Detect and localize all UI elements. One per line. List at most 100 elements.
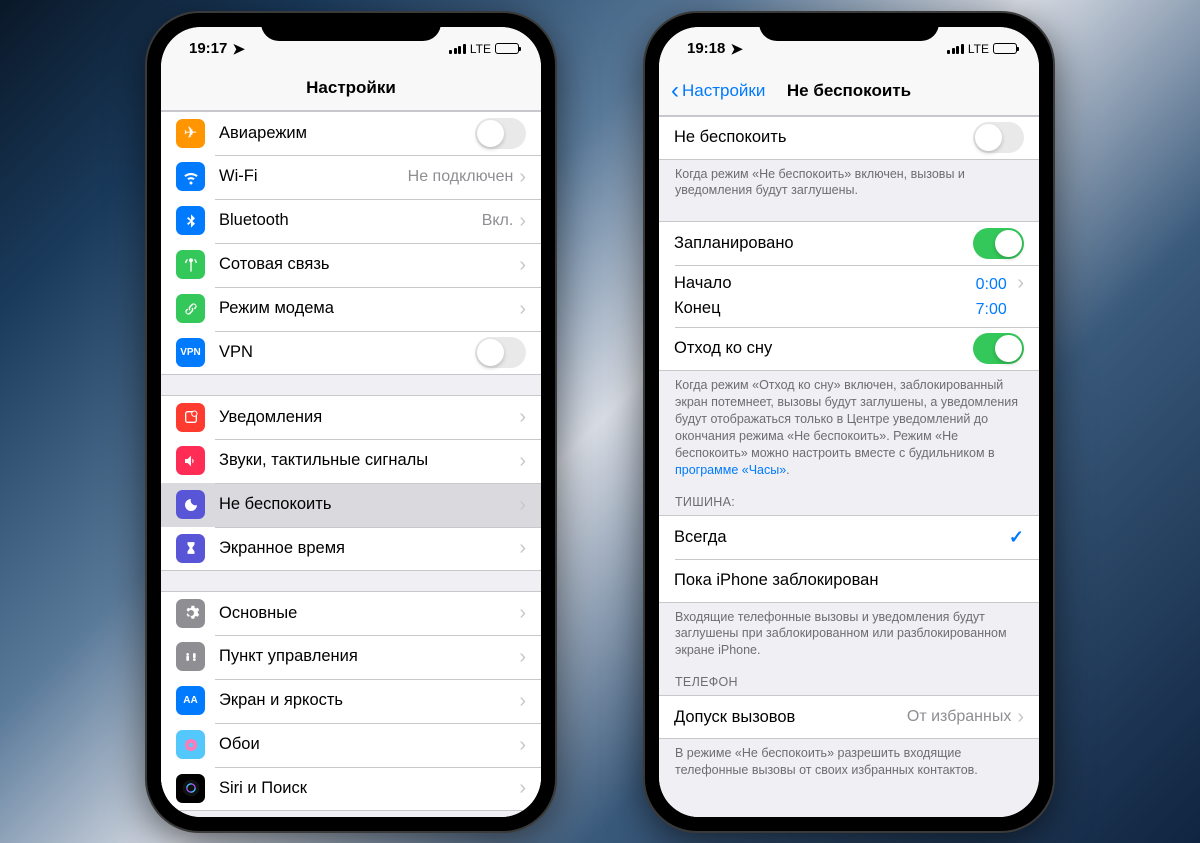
bedtime-footer: Когда режим «Отход ко сну» включен, забл… [659, 371, 1039, 480]
wifi-value: Не подключен [408, 168, 514, 186]
dnd-label: Не беспокоить [674, 128, 973, 147]
back-label: Настройки [682, 81, 765, 101]
scheduled-switch[interactable] [973, 228, 1024, 259]
screen-dnd: 19:18 ➤ LTE ‹ Настройки Не беспокоить Не… [659, 27, 1039, 817]
chevron-right-icon: › [519, 211, 526, 231]
row-hotspot[interactable]: Режим модема › [161, 287, 541, 331]
status-time: 19:17 [189, 40, 227, 57]
allow-calls-footer: В режиме «Не беспокоить» разрешить входя… [659, 739, 1039, 781]
dnd-label: Не беспокоить [219, 495, 513, 514]
dnd-footer: Когда режим «Не беспокоить» включен, выз… [659, 160, 1039, 202]
to-value: 7:00 [976, 301, 1007, 318]
wallpaper-icon [176, 730, 205, 759]
chevron-right-icon: › [519, 647, 526, 667]
from-value: 0:00 [976, 276, 1007, 293]
siri-icon [176, 774, 205, 803]
row-bluetooth[interactable]: BluetoothВкл. › [161, 199, 541, 243]
notch [261, 13, 441, 41]
row-always[interactable]: Всегда ✓ [659, 515, 1039, 559]
clock-app-link[interactable]: программе «Часы» [675, 463, 786, 477]
sounds-icon [176, 446, 205, 475]
dnd-content[interactable]: Не беспокоить Когда режим «Не беспокоить… [659, 116, 1039, 817]
hotspot-icon [176, 294, 205, 323]
chevron-right-icon: › [519, 451, 526, 471]
dnd-icon [176, 490, 205, 519]
row-airplane[interactable]: ✈ Авиарежим [161, 111, 541, 155]
chevron-right-icon: › [1017, 707, 1024, 727]
row-wifi[interactable]: Wi-FiНе подключен› [161, 155, 541, 199]
nav-bar: ‹ Настройки Не беспокоить [659, 71, 1039, 116]
row-sounds[interactable]: Звуки, тактильные сигналы › [161, 439, 541, 483]
settings-list[interactable]: ✈АвиарежимWi-FiНе подключен›BluetoothВкл… [161, 111, 541, 817]
always-label: Всегда [674, 528, 1009, 547]
row-screentime[interactable]: Экранное время› [161, 527, 541, 571]
row-wallpaper[interactable]: Обои› [161, 723, 541, 767]
network-label: LTE [968, 42, 989, 56]
bluetooth-icon [176, 206, 205, 235]
back-button[interactable]: ‹ Настройки [671, 77, 765, 105]
row-dnd[interactable]: Не беспокоить › [161, 483, 541, 527]
general-icon [176, 599, 205, 628]
wallpaper-label: Обои [219, 735, 513, 754]
row-display[interactable]: AAЭкран и яркость› [161, 679, 541, 723]
location-icon: ➤ [232, 40, 245, 58]
row-control[interactable]: Пункт управления › [161, 635, 541, 679]
while-locked-label: Пока iPhone заблокирован [674, 571, 1024, 590]
row-general[interactable]: Основные› [161, 591, 541, 635]
chevron-right-icon: › [519, 255, 526, 275]
vpn-icon: VPN [176, 338, 205, 367]
bedtime-label: Отход ко сну [674, 339, 973, 358]
checkmark-icon: ✓ [1009, 527, 1024, 548]
chevron-right-icon: › [519, 299, 526, 319]
allow-calls-label: Допуск вызовов [674, 708, 907, 727]
row-schedule-times[interactable]: Начало 0:00 › Конец 7:00 › [659, 265, 1039, 327]
row-bedtime[interactable]: Отход ко сну [659, 327, 1039, 371]
from-label: Начало [674, 274, 976, 293]
notch [759, 13, 939, 41]
location-icon: ➤ [730, 40, 743, 58]
row-cell[interactable]: Сотовая связь › [161, 243, 541, 287]
wifi-icon [176, 162, 205, 191]
sounds-label: Звуки, тактильные сигналы [219, 451, 513, 470]
battery-icon [495, 43, 519, 54]
airplane-icon: ✈ [176, 119, 205, 148]
bluetooth-label: Bluetooth [219, 211, 482, 230]
chevron-right-icon: › [519, 407, 526, 427]
row-scheduled[interactable]: Запланировано [659, 221, 1039, 265]
hotspot-label: Режим модема [219, 299, 513, 318]
cell-label: Сотовая связь [219, 255, 513, 274]
control-icon [176, 642, 205, 671]
control-label: Пункт управления [219, 647, 513, 666]
network-label: LTE [470, 42, 491, 56]
chevron-right-icon: › [519, 691, 526, 711]
row-dnd[interactable]: Не беспокоить [659, 116, 1039, 160]
bedtime-switch[interactable] [973, 333, 1024, 364]
row-vpn[interactable]: VPN VPN [161, 331, 541, 375]
airplane-switch[interactable] [475, 118, 526, 149]
chevron-right-icon: › [519, 495, 526, 515]
general-label: Основные [219, 604, 513, 623]
screentime-icon [176, 534, 205, 563]
silence-footer: Входящие телефонные вызовы и уведомления… [659, 603, 1039, 662]
notif-icon [176, 403, 205, 432]
chevron-right-icon: › [519, 778, 526, 798]
dnd-switch[interactable] [973, 122, 1024, 153]
battery-icon [993, 43, 1017, 54]
phone-left: 19:17 ➤ LTE Настройки ✈АвиарежимWi-FiНе … [147, 13, 555, 831]
airplane-label: Авиарежим [219, 124, 475, 143]
nav-bar: Настройки [161, 71, 541, 111]
siri-label: Siri и Поиск [219, 779, 513, 798]
vpn-label: VPN [219, 343, 475, 362]
chevron-left-icon: ‹ [671, 77, 679, 105]
phone-header: ТЕЛЕФОН [659, 661, 1039, 695]
chevron-right-icon: › [519, 538, 526, 558]
bluetooth-value: Вкл. [482, 212, 514, 230]
display-icon: AA [176, 686, 205, 715]
row-siri[interactable]: Siri и Поиск › [161, 767, 541, 811]
vpn-switch[interactable] [475, 337, 526, 368]
page-title: Настройки [161, 78, 541, 98]
row-while-locked[interactable]: Пока iPhone заблокирован [659, 559, 1039, 603]
row-allow-calls[interactable]: Допуск вызовов От избранных › [659, 695, 1039, 739]
row-notif[interactable]: Уведомления› [161, 395, 541, 439]
wifi-label: Wi-Fi [219, 167, 408, 186]
